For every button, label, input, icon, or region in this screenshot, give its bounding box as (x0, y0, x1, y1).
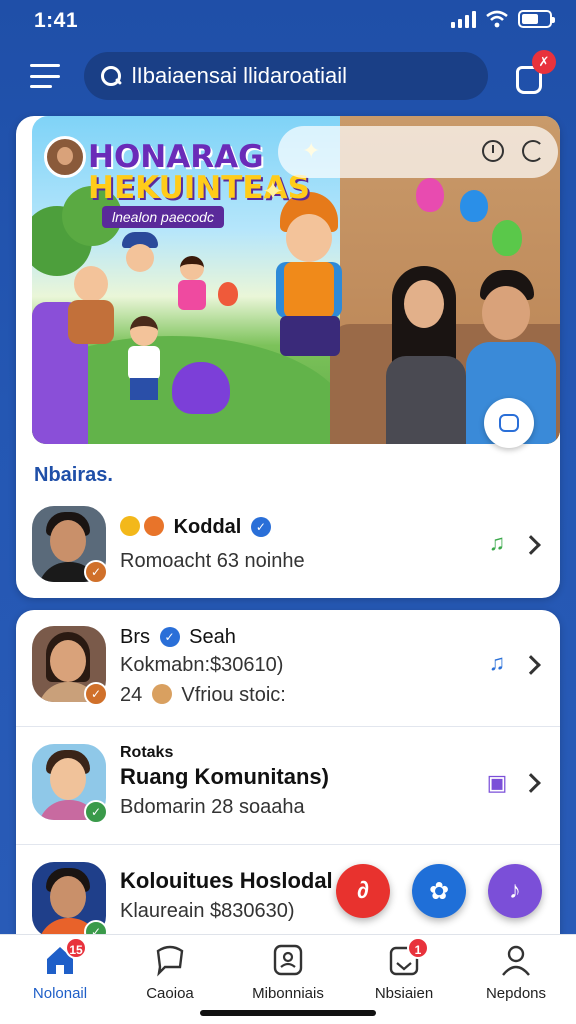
featured-card: HONARAG HEKUINTEAS lnealon paecodc ✦ ✦ N… (16, 116, 560, 598)
chat-mini-button[interactable] (484, 398, 534, 448)
chat-icon (153, 943, 187, 977)
nav-label: Nepdons (485, 985, 547, 1002)
balloon (218, 282, 238, 306)
divider (16, 844, 560, 845)
item-name: Koddal ✓ (120, 516, 275, 539)
status-badge: ✓ (84, 682, 108, 706)
status-badge: ✓ (84, 560, 108, 584)
status-time: 1:41 (34, 9, 79, 32)
list-card: ✓ Brs ✓ Seah Kokmabn:$30610) 24 Vfriou s… (16, 610, 560, 970)
banner-subtitle: lnealon paecodc (102, 206, 224, 228)
list-item[interactable]: ✓ Koddal ✓ Romoacht 63 noinhe ♫ (16, 498, 560, 608)
audio-icon: ♪ (509, 877, 521, 904)
item-subtitle: Bdomarin 28 soaaha (120, 796, 305, 818)
music-heart-icon[interactable]: ♫ (484, 650, 510, 676)
item-subtitle: Romoacht 63 noinhe (120, 550, 305, 572)
audio-fab[interactable]: ♪ (488, 864, 542, 918)
chevron-right-icon[interactable] (521, 535, 541, 555)
item-subtitle: Kokmabn:$30610) (120, 654, 284, 676)
girl-character (176, 256, 208, 336)
channel-avatar[interactable] (44, 136, 86, 178)
nav-label: Nolonail (32, 985, 88, 1002)
emoji-icon (120, 516, 140, 536)
music-note-icon[interactable]: ♫ (484, 530, 510, 556)
nav-item-home[interactable]: 15 Nolonail (10, 937, 110, 1003)
status-badge: ✓ (84, 800, 108, 824)
status-bar: 1:41 (0, 0, 576, 44)
nav-item-chat[interactable]: Caoioa (120, 943, 220, 1003)
sparkle-icon: ✦ (262, 176, 284, 206)
nav-item-profile[interactable]: Nepdons (466, 943, 566, 1003)
item-name: Brs ✓ Seah (120, 626, 236, 648)
banner-controls (278, 126, 558, 178)
item-label: Rotaks (120, 744, 174, 761)
nav-label: Nbsiaien (374, 985, 434, 1002)
shopping-bag-button[interactable]: ✗ (510, 50, 556, 96)
boy-character (124, 316, 164, 406)
balloon (492, 220, 522, 256)
section-title: Nbairas. (34, 464, 113, 486)
elder-character (66, 266, 116, 346)
chevron-right-icon[interactable] (521, 773, 541, 793)
featured-banner[interactable]: HONARAG HEKUINTEAS lnealon paecodc ✦ ✦ (32, 116, 560, 444)
nav-item-community[interactable]: Mibonniais (238, 943, 338, 1003)
status-icons (451, 10, 555, 28)
nav-label: Caoioa (146, 985, 194, 1002)
profile-icon (499, 943, 533, 977)
nav-badge: 15 (65, 937, 87, 959)
chevron-right-icon[interactable] (521, 655, 541, 675)
home-icon: 15 (43, 937, 87, 977)
header: ✗ (0, 50, 576, 102)
balloon (460, 190, 488, 222)
signal-icon (451, 10, 476, 28)
refresh-icon[interactable] (522, 140, 544, 162)
menu-button[interactable] (28, 60, 64, 92)
search-icon (100, 65, 122, 87)
cookie-icon (151, 684, 172, 704)
notification-badge: ✗ (532, 50, 556, 74)
verified-icon: ✓ (159, 627, 180, 647)
timer-icon[interactable] (482, 140, 504, 162)
link-icon: ∂ (357, 877, 369, 904)
nav-item-inbox[interactable]: 1 Nbsiaien (354, 937, 454, 1003)
verified-icon: ✓ (250, 517, 271, 537)
item-extra: 24 Vfriou stoic: (120, 684, 286, 706)
list-item[interactable]: ✓ Rotaks Ruang Komunitans) Bdomarin 28 s… (16, 728, 560, 838)
banner-title-line1: HONARAG (88, 139, 264, 175)
jumping-girl-character (254, 192, 364, 392)
purple-creature (172, 362, 230, 414)
item-name: Ruang Komunitans) (120, 764, 329, 789)
link-fab[interactable]: ∂ (336, 864, 390, 918)
nav-label: Mibonniais (252, 985, 324, 1002)
emoji-icon (144, 516, 164, 536)
chat-icon (499, 414, 519, 432)
search-bar[interactable] (84, 52, 488, 100)
share-fab[interactable]: ✿ (412, 864, 466, 918)
hat-boy-character (118, 232, 162, 302)
balloon (416, 178, 444, 212)
community-icon (271, 943, 305, 977)
nav-badge: 1 (407, 937, 429, 959)
inbox-icon: 1 (387, 937, 429, 977)
photo-icon[interactable]: ▣ (484, 770, 510, 796)
search-input[interactable] (131, 63, 488, 89)
item-subtitle: Klaureain $830630) (120, 900, 295, 922)
battery-icon (518, 10, 555, 28)
list-item[interactable]: ✓ Brs ✓ Seah Kokmabn:$30610) 24 Vfriou s… (16, 610, 560, 720)
wifi-icon (486, 10, 508, 28)
item-name: Kolouitues Hoslodal (120, 868, 333, 893)
share-icon: ✿ (428, 877, 450, 905)
divider (16, 726, 560, 727)
home-indicator (200, 1010, 376, 1016)
